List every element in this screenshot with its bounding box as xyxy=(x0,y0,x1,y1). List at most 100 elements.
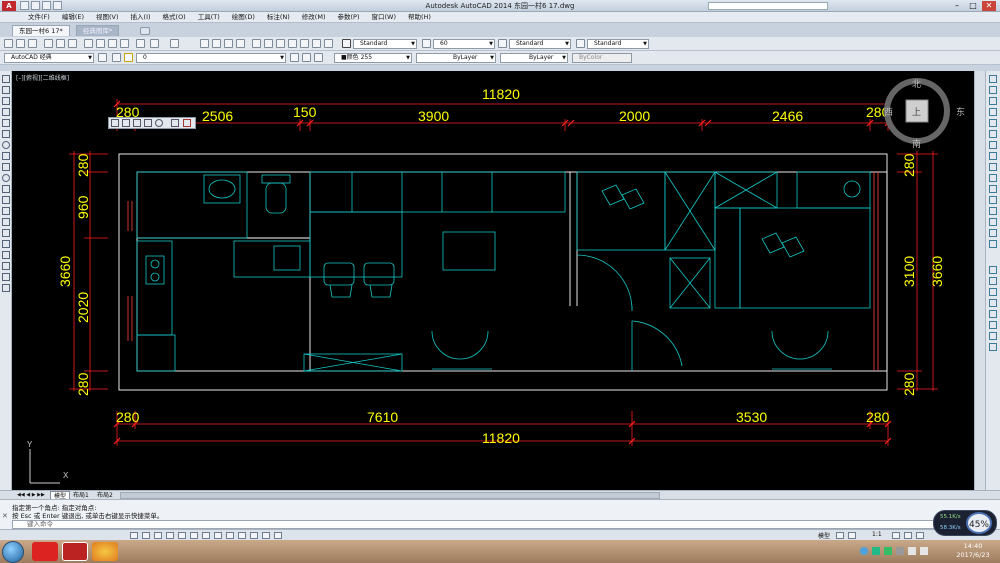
tool-icon[interactable] xyxy=(133,119,141,127)
annotation-scale[interactable]: 1:1 xyxy=(872,531,882,538)
viewcube-west[interactable]: 西 xyxy=(884,107,893,118)
tool-palettes-icon[interactable] xyxy=(276,39,285,48)
polygon-icon[interactable] xyxy=(2,108,10,116)
dim-style-select[interactable]: Standard ▼ xyxy=(509,39,571,49)
command-input[interactable]: 键入命令 xyxy=(12,520,942,529)
menu-help[interactable]: 帮助(H) xyxy=(408,12,431,22)
object-snap-icon[interactable] xyxy=(178,532,186,539)
new-tab-icon[interactable] xyxy=(140,27,150,35)
region-icon[interactable] xyxy=(2,251,10,259)
workspace-switching-icon[interactable] xyxy=(904,532,912,539)
cut-icon[interactable] xyxy=(84,39,93,48)
dim-scale-select[interactable]: 60 ▼ xyxy=(433,39,495,49)
join-icon[interactable] xyxy=(989,207,997,215)
preview-icon[interactable] xyxy=(56,39,65,48)
ellipse-icon[interactable] xyxy=(2,174,10,182)
linetype-select[interactable]: ByLayer ▼ xyxy=(416,53,496,63)
gradient-icon[interactable] xyxy=(2,240,10,248)
lwt-icon[interactable] xyxy=(238,532,246,539)
start-button[interactable] xyxy=(2,541,24,563)
table-icon[interactable] xyxy=(2,262,10,270)
model-space-label[interactable]: 模型 xyxy=(818,531,830,540)
chamfer-icon[interactable] xyxy=(989,218,997,226)
minimize-button[interactable]: – xyxy=(950,1,964,11)
polyline-icon[interactable] xyxy=(2,97,10,105)
polar-tracking-icon[interactable] xyxy=(166,532,174,539)
break-icon[interactable] xyxy=(989,196,997,204)
make-current-icon[interactable] xyxy=(290,53,299,62)
annotation-visibility-icon[interactable] xyxy=(892,532,900,539)
close-icon[interactable]: ✕ xyxy=(2,512,10,526)
tool-icon[interactable] xyxy=(111,119,119,127)
print-icon[interactable] xyxy=(44,39,53,48)
properties-icon[interactable] xyxy=(252,39,261,48)
block-editor-icon[interactable] xyxy=(136,39,145,48)
offset-icon[interactable] xyxy=(989,108,997,116)
point-icon[interactable] xyxy=(2,218,10,226)
menu-modify[interactable]: 修改(M) xyxy=(302,12,326,22)
undo-icon[interactable] xyxy=(150,39,159,48)
ortho-mode-icon[interactable] xyxy=(154,532,162,539)
sc-icon[interactable] xyxy=(274,532,282,539)
viewcube-east[interactable]: 东 xyxy=(956,106,965,118)
workspace-select[interactable]: AutoCAD 经典 ▼ xyxy=(4,53,94,63)
viewcube-south[interactable]: 南 xyxy=(912,138,921,150)
xline-icon[interactable] xyxy=(2,86,10,94)
tool-icon[interactable] xyxy=(122,119,130,127)
add-selected-icon[interactable] xyxy=(2,284,10,292)
pan-icon[interactable] xyxy=(200,39,209,48)
menu-view[interactable]: 视图(V) xyxy=(96,12,119,22)
open-icon[interactable] xyxy=(16,39,25,48)
rectangle-icon[interactable] xyxy=(2,119,10,127)
tool-icon[interactable] xyxy=(144,119,152,127)
viewcube-top[interactable]: 上 xyxy=(912,107,921,118)
scale-icon[interactable] xyxy=(989,152,997,160)
stretch-icon[interactable] xyxy=(989,163,997,171)
menu-window[interactable]: 窗口(W) xyxy=(371,12,396,22)
hatch-icon[interactable] xyxy=(2,229,10,237)
sheet-set-icon[interactable] xyxy=(288,39,297,48)
mtext-icon[interactable] xyxy=(2,273,10,281)
menu-edit[interactable]: 编辑(E) xyxy=(62,12,84,22)
text-style-select[interactable]: Standard ▼ xyxy=(353,39,417,49)
insert-block-icon[interactable] xyxy=(2,196,10,204)
grid-icon[interactable] xyxy=(989,277,997,285)
copy-icon[interactable] xyxy=(96,39,105,48)
quick-view-layouts-icon[interactable] xyxy=(836,532,844,539)
help-icon[interactable] xyxy=(324,39,333,48)
lineweight-icon[interactable] xyxy=(989,343,997,351)
color-select[interactable]: ■颜色 255 ▼ xyxy=(334,53,412,63)
calculator-icon[interactable] xyxy=(312,39,321,48)
menu-tools[interactable]: 工具(T) xyxy=(198,12,220,22)
tool-icon[interactable] xyxy=(155,119,163,127)
copy-icon[interactable] xyxy=(989,86,997,94)
mirror-icon[interactable] xyxy=(989,97,997,105)
tpy-icon[interactable] xyxy=(250,532,258,539)
design-center-icon[interactable] xyxy=(264,39,273,48)
move-icon[interactable] xyxy=(989,130,997,138)
volume-icon[interactable] xyxy=(920,547,928,555)
quick-view-drawings-icon[interactable] xyxy=(848,532,856,539)
layer-properties-icon[interactable] xyxy=(112,53,121,62)
file-tab-drawing[interactable]: 东园一村6 17* xyxy=(12,25,70,36)
search-input[interactable] xyxy=(708,2,828,10)
redo-icon[interactable] xyxy=(170,39,179,48)
layer-previous-icon[interactable] xyxy=(302,53,311,62)
markup-icon[interactable] xyxy=(300,39,309,48)
snap-mode-icon[interactable] xyxy=(130,532,138,539)
tray-icon[interactable] xyxy=(896,547,904,555)
ortho-icon[interactable] xyxy=(989,288,997,296)
file-tab-library[interactable]: 经典图库* xyxy=(76,25,120,36)
line-icon[interactable] xyxy=(2,75,10,83)
menu-draw[interactable]: 绘图(D) xyxy=(232,12,255,22)
horizontal-scrollbar[interactable] xyxy=(120,492,660,499)
qp-icon[interactable] xyxy=(262,532,270,539)
close-button[interactable]: ✕ xyxy=(982,1,996,11)
match-properties-icon[interactable] xyxy=(120,39,129,48)
snap-icon[interactable] xyxy=(989,266,997,274)
3d-osnap-icon[interactable] xyxy=(190,532,198,539)
ducs-icon[interactable] xyxy=(214,532,222,539)
workspace-settings-icon[interactable] xyxy=(98,53,107,62)
dynamic-input-icon[interactable] xyxy=(989,332,997,340)
new-icon[interactable] xyxy=(4,39,13,48)
